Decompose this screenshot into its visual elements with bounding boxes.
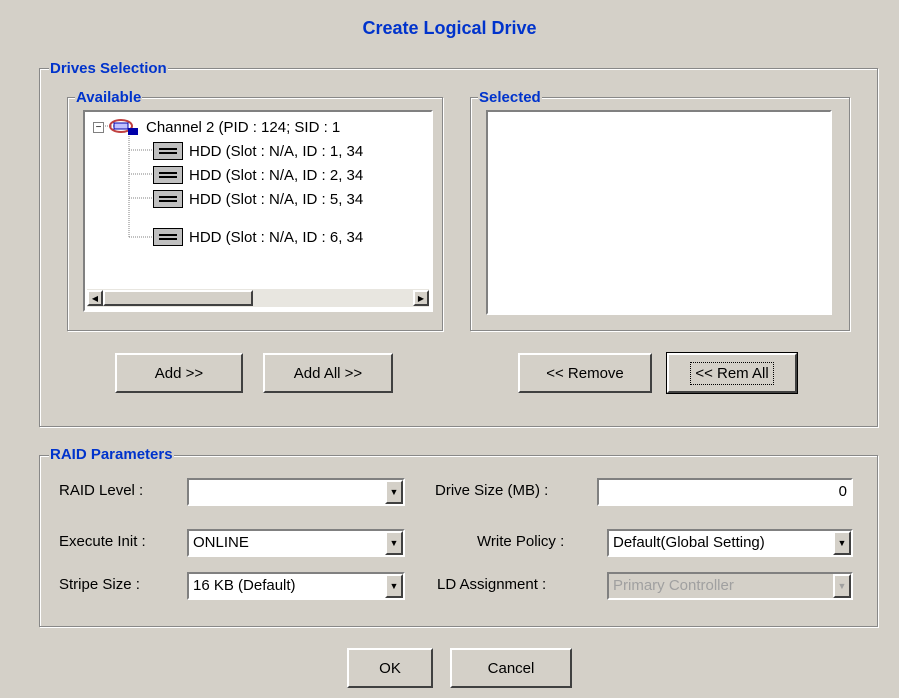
drive-size-input[interactable]: 0 (597, 478, 853, 506)
chevron-down-icon[interactable]: ▼ (385, 480, 403, 504)
raid-parameters-label: RAID Parameters (49, 446, 174, 463)
collapse-icon[interactable]: − (93, 121, 104, 133)
available-drives-tree[interactable]: − Channel 2 (PID : 124; SID : 1 HDD (Slo… (83, 110, 433, 312)
add-all-button-label: Add All >> (293, 364, 363, 382)
cancel-button-label: Cancel (487, 659, 535, 677)
scroll-left-icon[interactable]: ◀ (87, 290, 103, 306)
tree-row-hdd[interactable]: HDD (Slot : N/A, ID : 1, 34 (153, 140, 363, 162)
chevron-down-icon[interactable]: ▼ (833, 531, 851, 555)
rem-all-button-label: << Rem All (690, 361, 774, 385)
hdd-label: HDD (Slot : N/A, ID : 1, 34 (189, 142, 364, 160)
dialog-title: Create Logical Drive (362, 18, 537, 38)
chevron-down-icon[interactable]: ▼ (385, 531, 403, 555)
raid-level-value (189, 480, 385, 504)
selected-label: Selected (478, 89, 542, 106)
channel-label: Channel 2 (PID : 124; SID : 1 (146, 118, 341, 136)
tree-row-channel[interactable]: − Channel 2 (PID : 124; SID : 1 (93, 116, 340, 138)
hdd-icon (153, 142, 183, 160)
add-button-label: Add >> (154, 364, 204, 382)
ld-assignment-select: Primary Controller ▼ (607, 572, 853, 600)
hdd-icon (153, 190, 183, 208)
write-policy-label: Write Policy : (477, 533, 565, 550)
drive-size-value: 0 (838, 483, 847, 500)
chevron-down-icon: ▼ (833, 574, 851, 598)
drives-selection-label: Drives Selection (49, 60, 168, 77)
ok-button[interactable]: OK (347, 648, 433, 688)
write-policy-value: Default(Global Setting) (613, 534, 765, 551)
tree-row-hdd[interactable]: HDD (Slot : N/A, ID : 5, 34 (153, 188, 363, 210)
scroll-right-icon[interactable]: ▶ (413, 290, 429, 306)
rem-all-button[interactable]: << Rem All (666, 352, 798, 394)
raid-level-select[interactable]: ▼ (187, 478, 405, 506)
write-policy-select[interactable]: Default(Global Setting) ▼ (607, 529, 853, 557)
stripe-size-value: 16 KB (Default) (193, 577, 296, 594)
hdd-label: HDD (Slot : N/A, ID : 6, 34 (189, 228, 364, 246)
scroll-thumb[interactable] (103, 290, 253, 306)
execute-init-label: Execute Init : (59, 533, 146, 550)
tree-viewport: − Channel 2 (PID : 124; SID : 1 HDD (Slo… (85, 112, 431, 289)
raid-level-label: RAID Level : (59, 482, 144, 499)
add-button[interactable]: Add >> (115, 353, 243, 393)
ok-button-label: OK (379, 659, 401, 677)
ld-assignment-label: LD Assignment : (437, 576, 547, 593)
tree-row-hdd[interactable]: HDD (Slot : N/A, ID : 2, 34 (153, 164, 363, 186)
stripe-size-select[interactable]: 16 KB (Default) ▼ (187, 572, 405, 600)
execute-init-select[interactable]: ONLINE ▼ (187, 529, 405, 557)
stripe-size-label: Stripe Size : (59, 576, 140, 593)
hdd-label: HDD (Slot : N/A, ID : 2, 34 (189, 166, 364, 184)
cancel-button[interactable]: Cancel (450, 648, 572, 688)
add-all-button[interactable]: Add All >> (263, 353, 393, 393)
hdd-icon (153, 166, 183, 184)
drive-size-label: Drive Size (MB) : (435, 482, 549, 499)
remove-button[interactable]: << Remove (518, 353, 652, 393)
hdd-label: HDD (Slot : N/A, ID : 5, 34 (189, 190, 364, 208)
channel-icon (108, 117, 140, 137)
remove-button-label: << Remove (546, 364, 624, 382)
horizontal-scrollbar[interactable]: ◀ ▶ (87, 289, 429, 307)
available-label: Available (75, 89, 143, 106)
ld-assignment-value: Primary Controller (609, 574, 833, 598)
selected-drives-list[interactable] (486, 110, 832, 315)
hdd-icon (153, 228, 183, 246)
chevron-down-icon[interactable]: ▼ (385, 574, 403, 598)
tree-row-hdd[interactable]: HDD (Slot : N/A, ID : 6, 34 (153, 226, 363, 248)
execute-init-value: ONLINE (193, 534, 249, 551)
